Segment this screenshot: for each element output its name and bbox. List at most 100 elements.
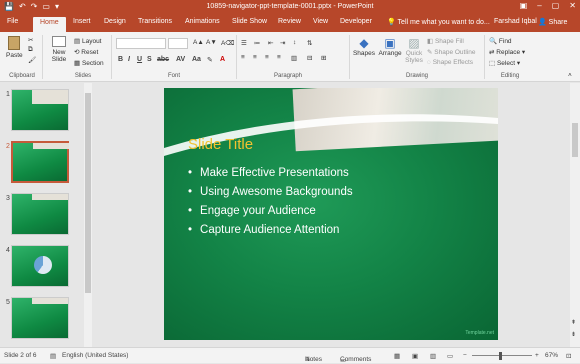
select-button[interactable]: ⬚ Select ▾ xyxy=(489,59,520,67)
italic-icon[interactable]: I xyxy=(128,56,130,63)
previous-slide-icon[interactable]: ⇞ xyxy=(571,319,576,326)
font-name-dropdown[interactable] xyxy=(116,38,166,49)
shapes-icon: ◆ xyxy=(359,36,369,50)
increase-font-icon[interactable]: A▲ xyxy=(193,39,204,46)
replace-icon: ⇄ xyxy=(489,49,495,56)
decrease-font-icon[interactable]: A▼ xyxy=(206,39,217,46)
new-slide-button[interactable]: New Slide xyxy=(48,36,70,63)
zoom-in-icon[interactable]: + xyxy=(535,352,539,359)
title-bar: 💾 ↶ ↷ ▭ ▾ 10859-navigator-ppt-template-0… xyxy=(0,0,580,15)
thumbnail-scrollbar[interactable] xyxy=(84,83,92,347)
zoom-slider-thumb[interactable] xyxy=(499,352,502,360)
text-direction-icon[interactable]: ⇅ xyxy=(307,39,312,47)
tab-slide-show[interactable]: Slide Show xyxy=(232,18,267,25)
reset-button[interactable]: ⟲ Reset xyxy=(74,48,98,56)
slide-sorter-icon[interactable]: ▣ xyxy=(412,352,418,360)
align-text-icon[interactable]: ⊟ xyxy=(307,54,312,62)
shape-effects-button[interactable]: ◌ Shape Effects xyxy=(427,59,473,66)
align-left-icon[interactable]: ≡ xyxy=(241,54,245,61)
reading-view-icon[interactable]: ▥ xyxy=(430,352,436,360)
clear-formatting-icon[interactable]: A⌫ xyxy=(221,39,235,47)
shapes-button[interactable]: ◆ Shapes xyxy=(352,36,376,57)
divider xyxy=(236,35,237,79)
arrange-icon: ▣ xyxy=(384,36,396,50)
tab-animations[interactable]: Animations xyxy=(185,18,220,25)
comments-label: Comments xyxy=(340,356,372,363)
decrease-indent-icon[interactable]: ⇤ xyxy=(268,39,273,47)
language-indicator[interactable]: English (United States) xyxy=(62,352,128,359)
find-button[interactable]: 🔍 Find xyxy=(489,37,512,45)
columns-icon[interactable]: ▥ xyxy=(291,54,297,62)
tab-view[interactable]: View xyxy=(313,18,328,25)
copy-icon[interactable]: ⧉ xyxy=(28,46,33,54)
slide-thumbnail-5[interactable] xyxy=(11,297,69,339)
shadow-icon[interactable]: S xyxy=(147,56,152,63)
close-icon[interactable]: ✕ xyxy=(569,1,576,10)
character-spacing-icon[interactable]: AV xyxy=(176,56,185,63)
align-center-icon[interactable]: ≡ xyxy=(253,54,257,61)
slide-bullet-list[interactable]: Make Effective Presentations Using Aweso… xyxy=(188,164,353,240)
tab-file[interactable]: File xyxy=(7,18,18,25)
watermark: Template.net xyxy=(465,330,494,336)
spelling-icon[interactable]: ▤ xyxy=(50,352,56,360)
replace-button[interactable]: ⇄ Replace ▾ xyxy=(489,48,525,56)
paste-button[interactable]: Paste xyxy=(6,36,23,59)
share-button[interactable]: 👤 Share xyxy=(538,18,567,26)
new-slide-icon xyxy=(52,36,66,47)
tab-home[interactable]: Home xyxy=(33,17,66,32)
normal-view-icon[interactable]: ▦ xyxy=(394,352,400,360)
shape-outline-button[interactable]: ✎ Shape Outline xyxy=(427,48,475,56)
collapse-ribbon-icon[interactable]: ˄ xyxy=(568,72,572,79)
zoom-out-icon[interactable]: − xyxy=(463,352,467,359)
layout-label: Layout xyxy=(81,38,102,45)
reset-icon: ⟲ xyxy=(74,49,80,56)
highlight-icon[interactable]: ✎ xyxy=(207,56,213,64)
tell-me-box[interactable]: 💡 Tell me what you want to do... xyxy=(387,18,490,26)
line-spacing-icon[interactable]: ↕ xyxy=(293,39,296,46)
justify-icon[interactable]: ≡ xyxy=(277,54,281,61)
current-slide[interactable]: Slide Title Make Effective Presentations… xyxy=(164,88,498,340)
minimize-icon[interactable]: – xyxy=(537,1,541,10)
format-painter-icon[interactable]: 🖌 xyxy=(28,56,36,64)
zoom-level[interactable]: 67% xyxy=(545,352,558,359)
tab-transitions[interactable]: Transitions xyxy=(138,18,172,25)
shape-outline-label: Shape Outline xyxy=(434,49,476,56)
cut-icon[interactable]: ✂ xyxy=(28,36,33,44)
numbering-icon[interactable]: ≔ xyxy=(254,39,261,47)
shape-fill-button[interactable]: ◧ Shape Fill xyxy=(427,37,464,45)
font-size-dropdown[interactable] xyxy=(168,38,188,49)
user-name[interactable]: Farshad Iqbal xyxy=(494,18,537,25)
next-slide-icon[interactable]: ⇟ xyxy=(571,331,576,338)
tab-developer[interactable]: Developer xyxy=(340,18,372,25)
slide-title[interactable]: Slide Title xyxy=(188,136,253,153)
underline-icon[interactable]: U xyxy=(137,56,142,63)
arrange-button[interactable]: ▣ Arrange xyxy=(378,36,402,57)
tab-insert[interactable]: Insert xyxy=(73,18,91,25)
scroll-thumb[interactable] xyxy=(85,93,91,293)
slide-thumbnail-3[interactable] xyxy=(11,193,69,235)
bullets-icon[interactable]: ☰ xyxy=(241,39,247,47)
layout-button[interactable]: ▤ Layout xyxy=(74,37,102,45)
tab-review[interactable]: Review xyxy=(278,18,301,25)
scroll-thumb[interactable] xyxy=(572,123,578,157)
slide-thumbnail-1[interactable] xyxy=(11,89,69,131)
quick-styles-button[interactable]: ▨ Quick Styles xyxy=(404,36,424,64)
slide-show-icon[interactable]: ▭ xyxy=(447,352,453,360)
bold-icon[interactable]: B xyxy=(118,56,123,63)
change-case-icon[interactable]: Aa xyxy=(192,56,201,63)
slide-thumbnail-2[interactable] xyxy=(11,141,69,183)
increase-indent-icon[interactable]: ⇥ xyxy=(280,39,285,47)
strikethrough-icon[interactable]: abc xyxy=(157,56,169,63)
font-color-icon[interactable]: A xyxy=(220,56,225,63)
ribbon-display-options-icon[interactable]: ▣ xyxy=(520,1,528,10)
zoom-slider[interactable] xyxy=(472,355,532,356)
fit-slide-icon[interactable]: ⊡ xyxy=(566,352,571,360)
vertical-scrollbar[interactable]: ⇞ ⇟ xyxy=(570,83,580,347)
smartart-icon[interactable]: ⊞ xyxy=(321,54,326,62)
maximize-icon[interactable]: ▢ xyxy=(552,1,560,10)
slide-thumbnail-4[interactable] xyxy=(11,245,69,287)
section-button[interactable]: ▦ Section xyxy=(74,59,104,67)
align-right-icon[interactable]: ≡ xyxy=(265,54,269,61)
ribbon-tabs: File Home Insert Design Transitions Anim… xyxy=(0,15,580,32)
tab-design[interactable]: Design xyxy=(104,18,126,25)
